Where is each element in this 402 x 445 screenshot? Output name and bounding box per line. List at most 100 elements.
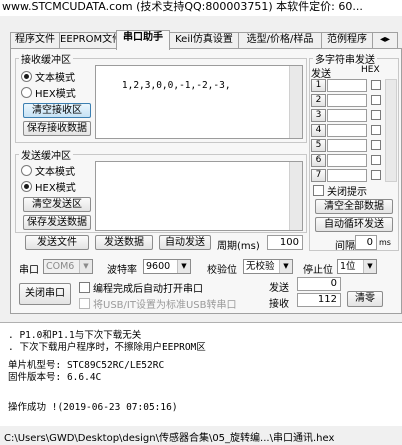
multi-row: 4 [311,124,381,137]
receive-buffer-label: 接收缓冲区 [21,55,71,66]
tab-examples[interactable]: 范例程序 [321,32,373,49]
multi-send-row-button[interactable]: 5 [311,139,326,152]
tab-serial-assistant[interactable]: 串口助手 [116,30,170,50]
multi-row-input[interactable] [327,124,367,137]
receive-text-mode-radio[interactable]: 文本模式 [21,71,75,85]
auto-open-label: 编程完成后自动打开串口 [93,284,203,295]
auto-loop-send-button[interactable]: 自动循环发送 [315,217,393,232]
baud-select[interactable]: 9600 ▼ [143,259,191,274]
port-label: 串口 [19,265,39,276]
send-text-mode-label: 文本模式 [35,167,75,178]
tab-selection-price[interactable]: 选型/价格/样品 [238,32,322,49]
send-data-button[interactable]: 发送数据 [95,235,153,250]
output-log: . P1.0和P1.1与下次下载无关 . 下次下载用户程序时，不擦除用户EEPR… [0,322,402,426]
send-hex-mode-radio[interactable]: HEX模式 [21,181,76,195]
tab-program-file[interactable]: 程序文件 [10,32,60,49]
send-file-button[interactable]: 发送文件 [25,235,89,250]
sent-count-label: 发送 [269,283,289,294]
multi-send-list: 1 2 3 4 5 6 7 [309,79,399,182]
multi-row-hex-checkbox[interactable] [371,140,381,150]
status-bar-path: C:\Users\GWD\Desktop\design\传感器合集\05_旋转编… [4,433,335,444]
multi-row-hex-checkbox[interactable] [371,80,381,90]
clear-counts-button[interactable]: 清零 [347,291,383,307]
serial-panel: 接收缓冲区 文本模式 HEX模式 清空接收区 保存接收数据 1,2,3,0,0,… [10,48,402,314]
period-label: 周期(ms) [217,241,260,252]
multi-row: 5 [311,139,381,152]
send-buffer-label: 发送缓冲区 [21,151,71,162]
send-text-mode-radio[interactable]: 文本模式 [21,165,75,179]
multi-hex-header: HEX [361,65,380,75]
parity-select[interactable]: 无校验 ▼ [243,259,293,274]
checkbox-icon [79,298,90,309]
clear-send-button[interactable]: 清空发送区 [23,197,91,212]
usb-cdc-label: 将USB/IT设置为标准USB转串口 [93,300,237,311]
multi-send-label: 多字符串发送 [315,55,375,66]
save-send-button[interactable]: 保存发送数据 [23,215,91,230]
multi-row: 3 [311,109,381,122]
close-port-button[interactable]: 关闭串口 [19,283,71,305]
send-scrollbar[interactable] [289,162,302,230]
multi-send-row-button[interactable]: 1 [311,79,326,92]
multi-row-input[interactable] [327,169,367,182]
close-prompt-checkbox[interactable]: 关闭提示 [313,183,367,198]
multi-send-row-button[interactable]: 6 [311,154,326,167]
multi-row-input[interactable] [327,109,367,122]
receive-textarea[interactable]: 1,2,3,0,0,-1,-2,-3, [95,65,303,139]
port-select[interactable]: COM6 ▼ [43,259,93,274]
receive-hex-mode-label: HEX模式 [35,89,76,100]
tab-scroll-arrows[interactable]: ◂▸ [372,32,398,49]
log-line: . 下次下载用户程序时，不擦除用户EEPROM区 [8,342,206,353]
chevron-down-icon: ▼ [363,260,376,273]
checkbox-icon [313,185,324,196]
interval-input[interactable]: 0 [355,235,377,250]
multi-send-row-button[interactable]: 4 [311,124,326,137]
baud-label: 波特率 [107,265,137,276]
chevron-down-icon: ▼ [177,260,190,273]
multi-row-input[interactable] [327,94,367,107]
receive-content: 1,2,3,0,0,-1,-2,-3, [121,80,231,91]
interval-label: 间隔 [335,241,355,252]
multi-row-hex-checkbox[interactable] [371,110,381,120]
receive-text-mode-label: 文本模式 [35,73,75,84]
multi-row: 6 [311,154,381,167]
usb-cdc-checkbox[interactable]: 将USB/IT设置为标准USB转串口 [79,296,236,311]
tab-keil-settings[interactable]: Keil仿真设置 [169,32,239,49]
receive-scrollbar[interactable] [289,66,302,138]
send-textarea[interactable] [95,161,303,231]
radio-checked-icon [21,181,32,192]
radio-unchecked-icon [21,165,32,176]
multi-row-hex-checkbox[interactable] [371,155,381,165]
sent-count-value: 0 [297,277,341,291]
multi-row-input[interactable] [327,139,367,152]
stop-bits-value: 1位 [340,261,356,272]
auto-open-checkbox[interactable]: 编程完成后自动打开串口 [79,280,203,295]
save-receive-button[interactable]: 保存接收数据 [23,121,91,136]
multi-row-hex-checkbox[interactable] [371,125,381,135]
stop-bits-label: 停止位 [303,265,333,276]
period-input[interactable]: 100 [267,235,303,250]
multi-row-input[interactable] [327,79,367,92]
multi-send-row-button[interactable]: 7 [311,169,326,182]
checkbox-icon [79,282,90,293]
tab-eeprom-file[interactable]: EEPROM文件 [59,32,117,49]
interval-unit: ms [379,238,391,247]
clear-all-button[interactable]: 清空全部数据 [315,199,393,214]
auto-send-button[interactable]: 自动发送 [159,235,211,250]
radio-checked-icon [21,71,32,82]
receive-hex-mode-radio[interactable]: HEX模式 [21,87,76,101]
chevron-down-icon: ▼ [79,260,92,273]
multi-row: 2 [311,94,381,107]
multi-row: 1 [311,79,381,92]
stop-bits-select[interactable]: 1位 ▼ [337,259,377,274]
multi-send-header: 发送 [311,69,331,80]
multi-send-row-button[interactable]: 2 [311,94,326,107]
multi-row-input[interactable] [327,154,367,167]
recv-count-label: 接收 [269,299,289,310]
clear-receive-button[interactable]: 清空接收区 [23,103,91,118]
multi-row-hex-checkbox[interactable] [371,95,381,105]
baud-value: 9600 [146,261,171,272]
multi-send-row-button[interactable]: 3 [311,109,326,122]
log-line: 固件版本号: 6.6.4C [8,372,102,383]
multi-row-hex-checkbox[interactable] [371,170,381,180]
multi-send-scrollbar[interactable] [385,79,397,182]
